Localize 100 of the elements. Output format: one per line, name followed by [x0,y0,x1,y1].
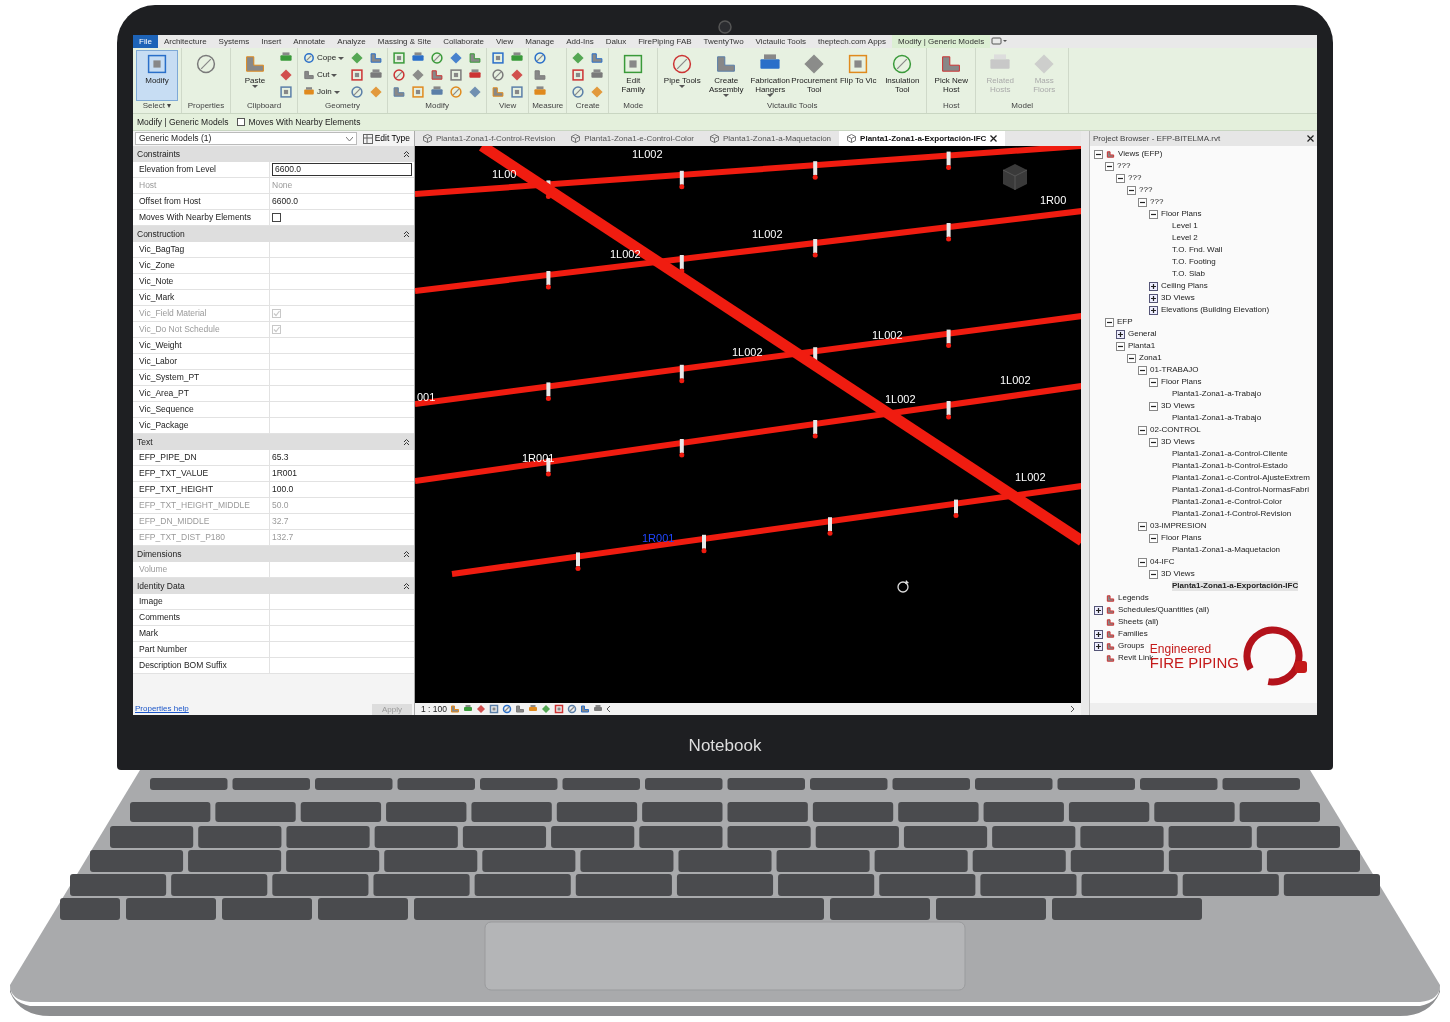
tool-button[interactable] [429,67,446,83]
document-tab[interactable]: Planta1-Zona1-e-Control-Color [563,131,702,146]
ribbon-tab[interactable]: FirePiping FAB [632,35,698,48]
ribbon-button[interactable]: Insulation Tool [881,50,924,102]
tree-item[interactable]: Planta1-Zona1-a-Maquetacion [1172,545,1281,555]
pipe-tag-label[interactable]: 1R001 [522,452,555,464]
tree-item[interactable]: 01-TRABAJO [1150,365,1199,375]
collapse-icon[interactable] [1127,353,1136,363]
ribbon-tab[interactable]: Insert [255,35,288,48]
tree-item[interactable]: Planta1-Zona1-e-Control-Color [1172,497,1282,507]
ribbon-button[interactable]: Modify [136,50,178,102]
tool-button[interactable] [448,67,465,83]
collapse-icon[interactable] [1116,341,1125,351]
tree-item[interactable]: Families [1118,629,1148,639]
tool-button[interactable] [410,84,427,100]
tool-button[interactable] [278,67,294,83]
tree-item[interactable]: 3D Views [1161,437,1195,447]
tree-item[interactable]: 03-IMPRESION [1150,521,1207,531]
ribbon-button[interactable]: Flip To Vic [837,50,880,102]
section-header[interactable]: Dimensions [133,546,414,562]
tree-item[interactable]: Ceiling Plans [1161,281,1208,291]
tree-item[interactable]: Floor Plans [1161,533,1202,543]
tree-item[interactable]: Legends [1118,593,1149,603]
expand-icon[interactable] [1149,293,1158,303]
tree-item[interactable]: Zona1 [1139,353,1162,363]
collapse-icon[interactable] [1105,161,1114,171]
tool-button[interactable] [509,84,526,100]
tree-item[interactable]: 04-IFC [1150,557,1175,567]
collapse-icon[interactable] [1149,209,1158,219]
ribbon-tab[interactable]: Dalux [599,35,633,48]
tree-item[interactable]: 3D Views [1161,293,1195,303]
ribbon-tab[interactable]: Massing & Site [371,35,438,48]
scroll-left-icon[interactable] [606,705,611,713]
tree-item[interactable]: ??? [1139,185,1153,195]
pipe-tag-label[interactable]: 1L00 [492,168,517,180]
tree-item[interactable]: Planta1-Zona1-a-Trabajo [1172,413,1262,423]
tree-item[interactable]: Level 1 [1172,221,1198,231]
section-header[interactable]: Identity Data [133,578,414,594]
pipe-tag-label[interactable]: 1L002 [1000,374,1031,386]
tree-item[interactable]: Planta1 [1128,341,1156,351]
close-icon[interactable] [1307,135,1314,142]
tree-item[interactable]: Planta1-Zona1-a-Exportación-IFC [1172,581,1299,591]
pipe-tag-label[interactable]: 1L002 [872,329,903,341]
ribbon-tab[interactable]: Analyze [331,35,372,48]
collapse-icon[interactable] [1138,521,1147,531]
ribbon-button[interactable]: Pipe Tools [661,50,704,102]
ribbon-button[interactable]: Paste [234,50,276,102]
tool-button[interactable] [490,50,507,66]
expand-icon[interactable] [1116,329,1125,339]
tool-button[interactable] [467,50,484,66]
type-selector-dropdown[interactable]: Generic Models (1) [135,132,357,145]
collapse-icon[interactable] [1138,197,1147,207]
tree-item[interactable]: ??? [1128,173,1142,183]
ribbon-button[interactable]: Procurement Tool [793,50,836,102]
tool-button[interactable] [448,84,465,100]
pipe-tag-label[interactable]: 1L002 [632,148,663,160]
tree-item[interactable]: T.O. Footing [1172,257,1216,267]
tree-item[interactable]: Level 2 [1172,233,1198,243]
checkbox[interactable] [272,213,281,222]
ribbon-button[interactable]: Fabrication Hangers [749,50,792,102]
tree-item[interactable]: T.O. Slab [1172,269,1205,279]
ribbon-tab[interactable]: Collaborate [437,35,491,48]
collapse-icon[interactable] [1149,401,1158,411]
collapse-icon[interactable] [403,150,410,158]
pipe-tag-label[interactable]: 1R00 [1040,194,1067,206]
tool-button[interactable] [368,50,385,66]
collapse-icon[interactable] [1105,317,1114,327]
tree-item[interactable]: 3D Views [1161,569,1195,579]
tool-button[interactable] [429,50,446,66]
tool-button[interactable] [391,67,408,83]
tool-button[interactable] [570,84,587,100]
panel-toggle-icon[interactable] [990,35,1009,47]
tool-button[interactable] [278,84,294,100]
tree-item[interactable]: Planta1-Zona1-a-Trabajo [1172,389,1262,399]
expand-icon[interactable] [1094,629,1103,639]
tree-item[interactable]: General [1128,329,1157,339]
tree-item[interactable]: Planta1-Zona1-c-Control-AjusteExtrem [1172,473,1310,483]
collapse-icon[interactable] [1149,377,1158,387]
property-input-field[interactable]: 6600.0 [272,163,412,176]
collapse-icon[interactable] [1138,365,1147,375]
pipe-tag-label[interactable]: 1L002 [752,228,783,240]
document-tab[interactable]: Planta1-Zona1-a-Exportación-IFC [839,131,1006,146]
ribbon-tab[interactable]: Manage [519,35,561,48]
ribbon-button[interactable]: Cope [301,50,347,66]
ribbon-tab[interactable]: Annotate [287,35,332,48]
tool-button[interactable] [589,50,606,66]
collapse-icon[interactable] [403,550,410,558]
pipe-tag-label[interactable]: 1L002 [1015,471,1046,483]
ribbon-button[interactable]: Join [301,84,347,100]
ribbon-button[interactable]: Cut [301,67,347,83]
collapse-icon[interactable] [1138,557,1147,567]
tree-item[interactable]: Groups [1118,641,1145,651]
collapse-icon[interactable] [1094,149,1103,159]
collapse-icon[interactable] [1138,425,1147,435]
tree-item[interactable]: T.O. Fnd. Wall [1172,245,1223,255]
ribbon-tab[interactable]: TwentyTwo [697,35,750,48]
tool-button[interactable] [349,67,366,83]
tree-item[interactable]: Floor Plans [1161,209,1202,219]
document-tab[interactable]: Planta1-Zona1-a-Maquetacion [702,131,840,146]
section-header[interactable]: Constraints [133,146,414,162]
